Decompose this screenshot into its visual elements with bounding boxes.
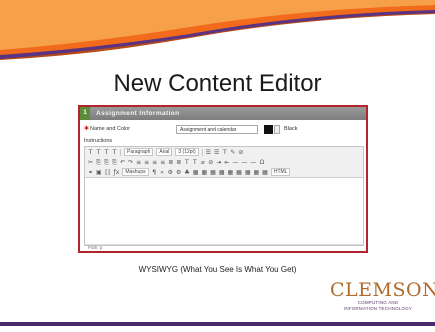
panel-header: 1 Assignment Information bbox=[80, 107, 366, 120]
toolbar-button[interactable]: T bbox=[96, 148, 101, 157]
redo-icon[interactable]: ↷ bbox=[128, 158, 133, 167]
status-bar: Path: p bbox=[85, 244, 363, 250]
unlink-icon[interactable]: ⊘ bbox=[208, 158, 213, 167]
align-right-icon[interactable]: ≡ bbox=[152, 158, 157, 167]
toolbar-button[interactable]: T bbox=[88, 148, 93, 157]
color-swatch[interactable] bbox=[264, 125, 273, 134]
screenshot-panel: 1 Assignment Information ✱ Name and Colo… bbox=[78, 105, 368, 253]
toolbar-button[interactable]: T bbox=[104, 148, 109, 157]
table-icon[interactable]: ▦ bbox=[262, 168, 268, 177]
banner-graphic bbox=[0, 0, 435, 68]
toolbar-button[interactable]: T bbox=[222, 148, 227, 157]
subscript-icon[interactable]: T bbox=[192, 158, 197, 167]
toolbar-row-3: ⚭ ▣ ⟦⟧ ƒx Mashups ¶ « ⚙ ⚙ ♣ ▦ ▦ ▦ ▦ ▦ ▦ bbox=[85, 167, 363, 177]
copy-icon[interactable]: ⎘ bbox=[96, 158, 101, 167]
toolbar-separator bbox=[201, 148, 203, 156]
spellcheck-icon[interactable]: ♣ bbox=[184, 168, 189, 177]
bottom-rule bbox=[0, 322, 435, 326]
logo-line-2: INFORMATION TECHNOLOGY bbox=[343, 305, 413, 311]
rule-icon[interactable]: — bbox=[250, 158, 256, 167]
outdent-icon[interactable]: ≣ bbox=[176, 158, 181, 167]
required-star-icon: ✱ bbox=[84, 126, 90, 132]
align-justify-icon[interactable]: ≡ bbox=[160, 158, 165, 167]
paste-icon[interactable]: ⎘ bbox=[104, 158, 109, 167]
hr-icon[interactable]: — bbox=[232, 158, 238, 167]
table-icon[interactable]: ▦ bbox=[201, 168, 207, 177]
toolbar-button[interactable]: T bbox=[112, 148, 117, 157]
mashups-select[interactable]: Mashups bbox=[122, 168, 149, 176]
math-icon[interactable]: ƒx bbox=[114, 168, 120, 177]
instructions-label: Instructions bbox=[84, 138, 113, 144]
name-label: Name and Color bbox=[90, 126, 131, 132]
editor-toolbar: T T T T Paragraph Arial 3 (12pt) ☰ ☰ T ✎… bbox=[85, 147, 363, 178]
dash-icon[interactable]: — bbox=[241, 158, 247, 167]
clemson-logo: CLEMSON COMPUTING AND INFORMATION TECHNO… bbox=[330, 279, 435, 311]
toolbar-button[interactable]: ☰ bbox=[214, 148, 219, 157]
special-char-icon[interactable]: Ω bbox=[259, 158, 265, 167]
settings-icon[interactable]: ⚙ bbox=[168, 168, 173, 177]
toolbar-separator bbox=[120, 148, 121, 156]
rtl-icon[interactable]: ⇤ bbox=[224, 158, 229, 167]
toolbar-button[interactable]: ☰ bbox=[206, 148, 211, 157]
font-select[interactable]: Arial bbox=[156, 148, 173, 156]
color-dropdown[interactable] bbox=[274, 125, 280, 134]
content-editor: T T T T Paragraph Arial 3 (12pt) ☰ ☰ T ✎… bbox=[84, 146, 364, 250]
paragraph-mark-icon[interactable]: ¶ bbox=[152, 168, 157, 177]
settings-icon[interactable]: ⚙ bbox=[176, 168, 181, 177]
link-icon[interactable]: ⌀ bbox=[200, 158, 205, 167]
logo-wordmark: CLEMSON bbox=[330, 279, 435, 301]
quote-icon[interactable]: « bbox=[160, 168, 165, 177]
toolbar-row-2: ✂ ⎘ ⎘ ⎘ ↶ ↷ ≡ ≡ ≡ ≡ ≣ ≣ T T ⌀ ⊘ ⇥ ⇤ — — … bbox=[85, 157, 363, 167]
top-banner bbox=[0, 0, 435, 68]
size-select[interactable]: 3 (12pt) bbox=[175, 148, 199, 156]
collapse-toggle[interactable]: 1 bbox=[80, 107, 90, 120]
table-icon[interactable]: ▦ bbox=[245, 168, 251, 177]
cut-icon[interactable]: ✂ bbox=[88, 158, 93, 167]
paragraph-select[interactable]: Paragraph bbox=[124, 148, 154, 156]
name-input[interactable]: Assignment and calendar bbox=[176, 125, 258, 134]
toolbar-button[interactable]: ⊘ bbox=[238, 148, 243, 157]
superscript-icon[interactable]: T bbox=[184, 158, 189, 167]
edit-area[interactable] bbox=[85, 178, 363, 244]
undo-icon[interactable]: ↶ bbox=[120, 158, 125, 167]
paste-text-icon[interactable]: ⎘ bbox=[112, 158, 117, 167]
table-icon[interactable]: ▦ bbox=[210, 168, 216, 177]
table-icon[interactable]: ▦ bbox=[219, 168, 225, 177]
table-icon[interactable]: ▦ bbox=[236, 168, 242, 177]
insert-link-icon[interactable]: ⚭ bbox=[88, 168, 93, 177]
insert-media-icon[interactable]: ⟦⟧ bbox=[105, 168, 111, 177]
insert-image-icon[interactable]: ▣ bbox=[96, 168, 102, 177]
slide-caption: WYSIWYG (What You See Is What You Get) bbox=[138, 265, 297, 274]
toolbar-button[interactable]: ✎ bbox=[230, 148, 235, 157]
align-left-icon[interactable]: ≡ bbox=[136, 158, 141, 167]
align-center-icon[interactable]: ≡ bbox=[144, 158, 149, 167]
table-icon[interactable]: ▦ bbox=[193, 168, 199, 177]
slide-title: New Content Editor bbox=[113, 70, 322, 97]
indent-icon[interactable]: ≣ bbox=[168, 158, 173, 167]
ltr-icon[interactable]: ⇥ bbox=[216, 158, 221, 167]
table-icon[interactable]: ▦ bbox=[227, 168, 233, 177]
html-mode-button[interactable]: HTML bbox=[270, 168, 291, 176]
panel-title: Assignment Information bbox=[96, 110, 180, 117]
slide: New Content Editor 1 Assignment Informat… bbox=[0, 0, 435, 332]
name-row: ✱ Name and Color Assignment and calendar… bbox=[84, 125, 364, 135]
table-icon[interactable]: ▦ bbox=[254, 168, 260, 177]
color-label: Black bbox=[284, 126, 298, 132]
toolbar-row-1: T T T T Paragraph Arial 3 (12pt) ☰ ☰ T ✎… bbox=[85, 147, 363, 157]
